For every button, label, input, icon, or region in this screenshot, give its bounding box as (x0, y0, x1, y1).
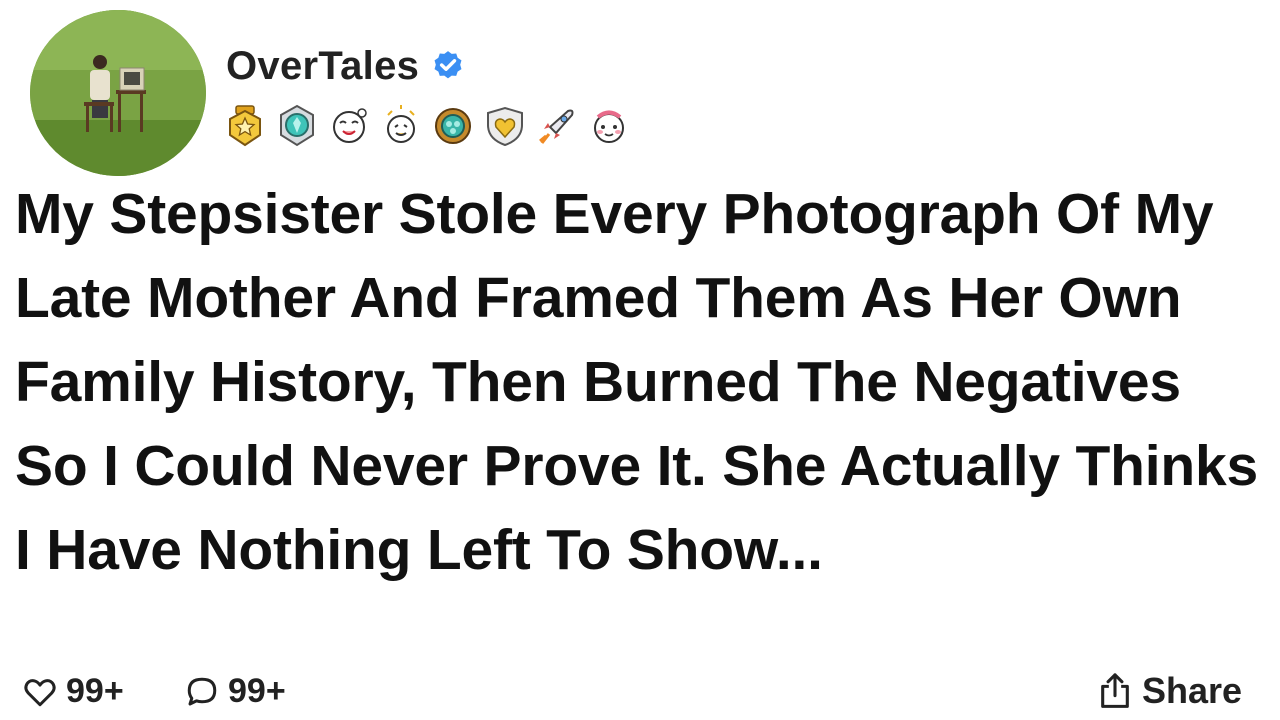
heart-shield-badge-icon[interactable] (482, 103, 528, 149)
comment-count: 99+ (228, 672, 286, 710)
face-badge-icon[interactable] (326, 103, 372, 149)
wreath-gem-badge-icon[interactable] (430, 103, 476, 149)
heart-icon (24, 678, 56, 706)
verified-icon (434, 51, 462, 79)
avatar-image (30, 10, 206, 176)
like-button[interactable]: 99+ (22, 672, 124, 711)
like-count: 99+ (66, 672, 124, 710)
share-button[interactable]: Share (1096, 670, 1242, 712)
star-badge-icon[interactable] (222, 103, 268, 149)
blush-face-badge-icon[interactable] (586, 103, 632, 149)
teal-gem-badge-icon[interactable] (274, 103, 320, 149)
username[interactable]: OverTales (226, 44, 419, 89)
rocket-badge-icon[interactable] (534, 103, 580, 149)
badge-list (222, 103, 632, 149)
post-title[interactable]: My Stepsister Stole Every Photograph Of … (15, 172, 1265, 592)
share-icon (1101, 673, 1129, 708)
comment-button[interactable]: 99+ (184, 672, 286, 711)
username-row: OverTales (226, 40, 465, 92)
cheer-badge-icon[interactable] (378, 103, 424, 149)
comment-icon (187, 677, 217, 705)
share-label: Share (1141, 670, 1242, 711)
post-footer: 99+ 99+ Share (0, 664, 1280, 720)
avatar[interactable] (30, 10, 206, 176)
